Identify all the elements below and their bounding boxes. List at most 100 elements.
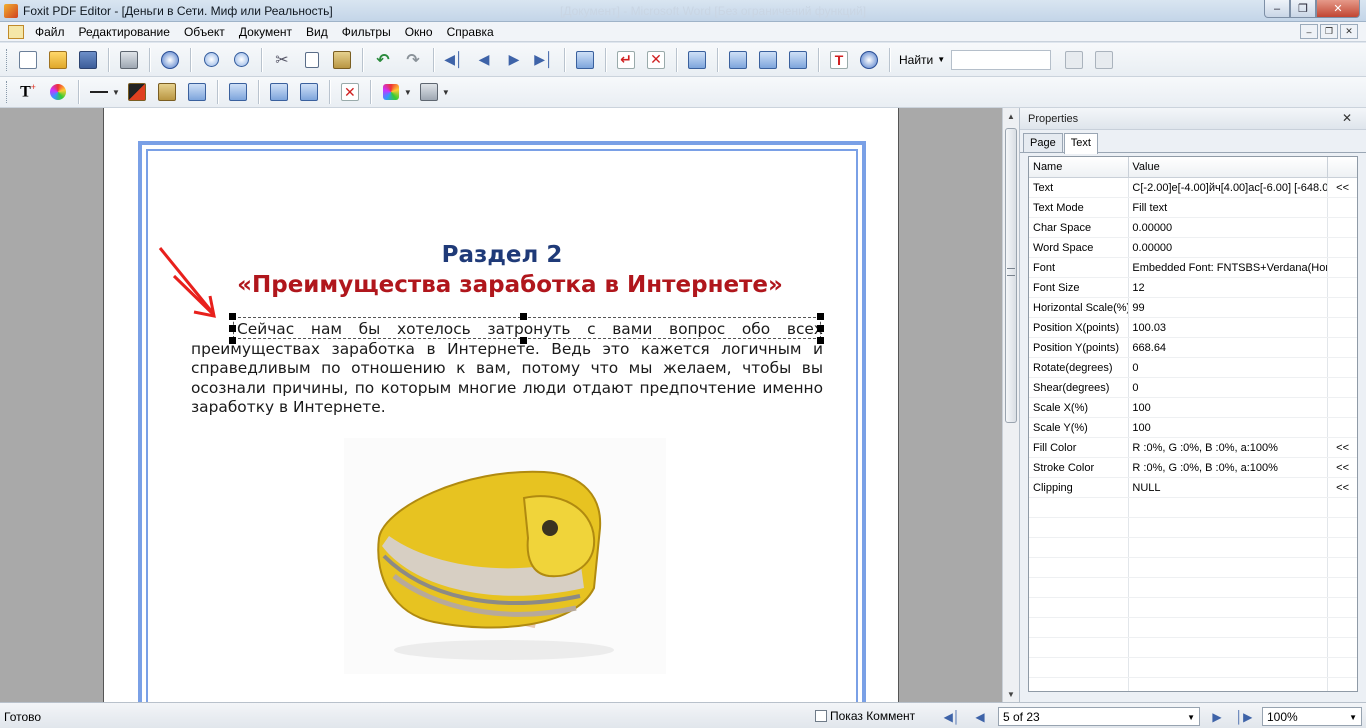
show-comments-toggle[interactable]: Показ Коммент	[815, 709, 915, 723]
column-header-value[interactable]: Value	[1129, 157, 1329, 177]
menu-view[interactable]: Вид	[299, 25, 335, 39]
property-value[interactable]: 100	[1129, 418, 1329, 437]
layer-button[interactable]	[379, 80, 403, 104]
doc-close-button[interactable]: ✕	[1340, 24, 1358, 39]
status-last-page-button[interactable]: │▶	[1234, 708, 1254, 725]
ungroup-button[interactable]	[297, 80, 321, 104]
layer-dropdown-icon[interactable]: ▼	[404, 88, 412, 97]
selection-handle[interactable]	[817, 313, 824, 320]
delete-page-button[interactable]: ✕	[644, 48, 668, 72]
menu-window[interactable]: Окно	[398, 25, 440, 39]
property-value[interactable]: 99	[1129, 298, 1329, 317]
shape-button[interactable]	[125, 80, 149, 104]
selection-handle[interactable]	[817, 325, 824, 332]
menu-object[interactable]: Объект	[177, 25, 232, 39]
property-row[interactable]: Shear(degrees) 0	[1029, 378, 1357, 398]
find-input[interactable]	[951, 49, 1052, 70]
new-button[interactable]	[16, 48, 40, 72]
property-value[interactable]: 0	[1129, 378, 1329, 397]
property-row[interactable]: Font Embedded Font: FNTSBS+Verdana(Horiz	[1029, 258, 1357, 278]
column-header-name[interactable]: Name	[1029, 157, 1130, 177]
zoom-out-button[interactable]	[229, 48, 253, 72]
arrange-dropdown-icon[interactable]: ▼	[442, 88, 450, 97]
property-value[interactable]: C[-2.00]e[-4.00]йч[4.00]ас[-6.00] [-648.…	[1129, 178, 1329, 197]
property-row[interactable]: Font Size 12	[1029, 278, 1357, 298]
image-edit-button[interactable]	[226, 80, 250, 104]
property-row[interactable]: Clipping NULL <<	[1029, 478, 1357, 498]
delete-object-button[interactable]: ✕	[338, 80, 362, 104]
scroll-up-icon[interactable]: ▲	[1003, 108, 1019, 124]
property-row[interactable]: Fill Color R :0%, G :0%, B :0%, a:100% <<	[1029, 438, 1357, 458]
restore-button[interactable]: ❐	[1290, 0, 1316, 18]
edit-object-button[interactable]	[155, 80, 179, 104]
text-selection-box[interactable]	[233, 317, 821, 339]
property-expand-button[interactable]: <<	[1328, 182, 1357, 194]
wallet-image[interactable]	[344, 438, 666, 674]
status-next-page-button[interactable]: ▶	[1207, 708, 1227, 725]
property-value[interactable]: 100	[1129, 398, 1329, 417]
previous-page-button[interactable]: ◀	[472, 48, 496, 72]
image-button[interactable]	[185, 80, 209, 104]
line-dropdown-icon[interactable]: ▼	[112, 88, 120, 97]
property-row[interactable]: Horizontal Scale(%) 99	[1029, 298, 1357, 318]
undo-button[interactable]: ↶	[371, 48, 395, 72]
text-tool-button[interactable]	[726, 48, 750, 72]
group-button[interactable]	[267, 80, 291, 104]
tab-text[interactable]: Text	[1063, 133, 1098, 154]
zoom-select[interactable]: 100% ▼	[1262, 707, 1362, 726]
status-previous-page-button[interactable]: ◀	[970, 708, 990, 725]
save-button[interactable]	[76, 48, 100, 72]
minimize-button[interactable]: –	[1264, 0, 1290, 18]
copy-button[interactable]	[300, 48, 324, 72]
doc-restore-button[interactable]: ❐	[1320, 24, 1338, 39]
property-row[interactable]: Rotate(degrees) 0	[1029, 358, 1357, 378]
find-dropdown-icon[interactable]: ▼	[937, 55, 945, 64]
selection-handle[interactable]	[229, 325, 236, 332]
menu-document[interactable]: Документ	[232, 25, 299, 39]
selection-handle[interactable]	[229, 337, 236, 344]
toolbar-grip[interactable]	[6, 48, 9, 71]
find-label[interactable]: Найти	[899, 53, 933, 67]
print-button[interactable]	[117, 48, 141, 72]
status-first-page-button[interactable]: ◀│	[942, 708, 962, 725]
property-row[interactable]: Scale X(%) 100	[1029, 398, 1357, 418]
menu-help[interactable]: Справка	[440, 25, 501, 39]
scroll-down-icon[interactable]: ▼	[1003, 686, 1019, 702]
cut-button[interactable]: ✂	[270, 48, 294, 72]
page-properties-button[interactable]	[573, 48, 597, 72]
ruler-button[interactable]	[685, 48, 709, 72]
open-button[interactable]	[46, 48, 70, 72]
property-value[interactable]: R :0%, G :0%, B :0%, a:100%	[1129, 438, 1329, 457]
property-row[interactable]: Position X(points) 100.03	[1029, 318, 1357, 338]
selection-handle[interactable]	[520, 313, 527, 320]
property-expand-button[interactable]: <<	[1328, 442, 1357, 454]
typewriter-button[interactable]: T	[827, 48, 851, 72]
property-row[interactable]: Position Y(points) 668.64	[1029, 338, 1357, 358]
last-page-button[interactable]: ▶│	[532, 48, 556, 72]
color-button[interactable]	[46, 80, 70, 104]
property-row[interactable]: Text C[-2.00]e[-4.00]йч[4.00]ас[-6.00] [-…	[1029, 178, 1357, 198]
page-number-select[interactable]: 5 of 23 ▼	[998, 707, 1200, 726]
selection-handle[interactable]	[520, 337, 527, 344]
property-value[interactable]: 12	[1129, 278, 1329, 297]
show-comments-checkbox[interactable]	[815, 710, 827, 722]
insert-page-button[interactable]: ↵	[614, 48, 638, 72]
property-value[interactable]: 0	[1129, 358, 1329, 377]
property-row[interactable]: Word Space 0.00000	[1029, 238, 1357, 258]
menu-file[interactable]: Файл	[28, 25, 72, 39]
line-tool-button[interactable]	[87, 80, 111, 104]
next-page-button[interactable]: ▶	[502, 48, 526, 72]
doc-minimize-button[interactable]: –	[1300, 24, 1318, 39]
property-expand-button[interactable]: <<	[1328, 482, 1357, 494]
property-value[interactable]: R :0%, G :0%, B :0%, a:100%	[1129, 458, 1329, 477]
find-previous-button[interactable]	[1062, 48, 1086, 72]
find-next-button[interactable]	[1092, 48, 1116, 72]
toolbar-grip[interactable]	[6, 81, 9, 103]
close-icon[interactable]: ✕	[1342, 111, 1352, 125]
pdf-page[interactable]: Раздел 2 «Преимущества заработка в Интер…	[103, 108, 899, 702]
properties-info-button[interactable]	[158, 48, 182, 72]
selection-handle[interactable]	[229, 313, 236, 320]
property-value[interactable]: 100.03	[1129, 318, 1329, 337]
distribute-button[interactable]	[786, 48, 810, 72]
vertical-scrollbar[interactable]: ▲ ▼	[1002, 108, 1019, 702]
